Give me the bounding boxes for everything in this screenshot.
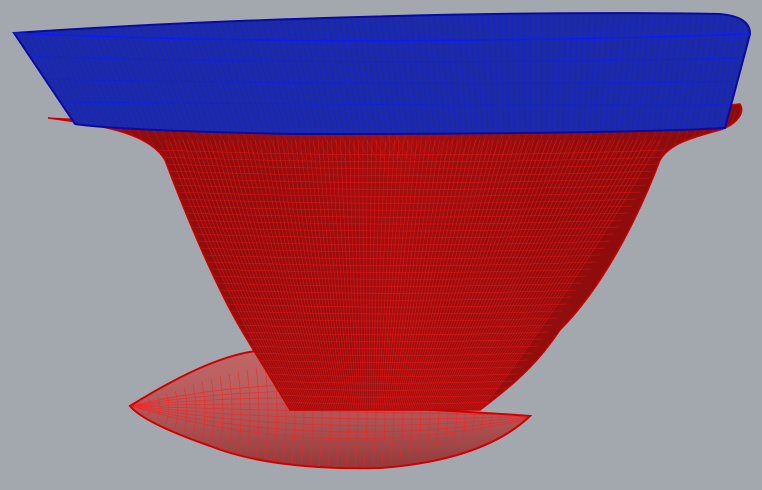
deck-slab-mesh[interactable]: [0, 10, 762, 140]
deck-slab-surface: [14, 13, 750, 135]
3d-viewport[interactable]: [0, 0, 762, 490]
viewport-scene[interactable]: [0, 0, 762, 490]
